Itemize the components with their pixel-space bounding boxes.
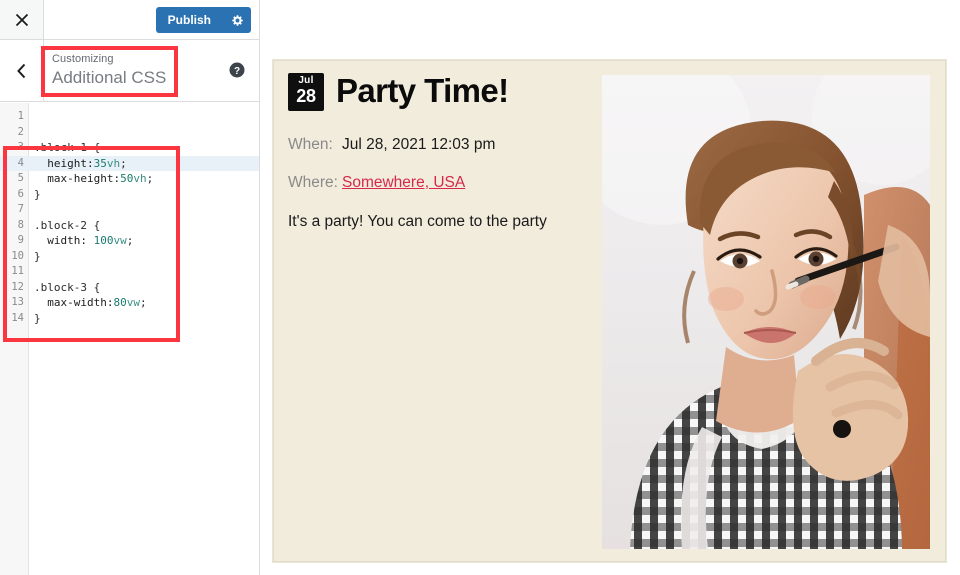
page-title: Additional CSS (52, 68, 167, 87)
line-number: 2 (17, 125, 24, 138)
customizer-header: Customizing Additional CSS ? (0, 40, 259, 102)
publish-group: Publish (155, 7, 251, 33)
event-card: Jul 28 Party Time! When: Jul 28, 2021 12:… (273, 60, 946, 562)
line-number: 14 (11, 311, 24, 324)
code-line[interactable]: 14} (0, 311, 259, 327)
svg-text:?: ? (234, 66, 240, 77)
site-preview-frame[interactable]: Jul 28 Party Time! When: Jul 28, 2021 12:… (260, 0, 960, 575)
code-text: max-height:50vh; (34, 172, 154, 185)
line-number: 8 (17, 218, 24, 231)
line-number: 3 (17, 141, 24, 153)
code-line[interactable]: 3 .block-1 { (0, 140, 259, 156)
code-text: width: 100vw; (34, 234, 134, 247)
code-text: } (34, 249, 41, 263)
code-line[interactable]: 9 width: 100vw; (0, 233, 259, 249)
where-link[interactable]: Somewhere, USA (342, 174, 465, 191)
code-text: } (34, 187, 41, 201)
where-label: Where: (288, 174, 338, 191)
event-photo (602, 75, 930, 549)
code-text: .block-1 { (34, 141, 101, 154)
breadcrumb-parent-label: Customizing (52, 53, 114, 65)
makeup-artist-photo-illustration (602, 75, 930, 549)
customizer-panel: Publish Customizing Additional CSS ? 1 2… (0, 0, 260, 575)
line-number: 11 (11, 265, 24, 277)
help-icon: ? (229, 62, 245, 78)
code-line[interactable]: 1 (0, 109, 259, 125)
code-text: .block-2 { (34, 218, 101, 232)
code-line[interactable]: 7 (0, 202, 259, 218)
gear-icon (232, 14, 243, 26)
event-date-badge: Jul 28 (288, 73, 324, 111)
customizer-topbar: Publish (0, 0, 259, 40)
code-line[interactable]: 5 max-height:50vh; (0, 171, 259, 187)
close-customizer-button[interactable] (0, 0, 44, 39)
code-text: height:35vh; (34, 156, 127, 170)
back-chevron-icon (17, 63, 26, 78)
code-line[interactable]: 13 max-width:80vw; (0, 295, 259, 311)
line-number: 7 (17, 203, 24, 215)
code-text: } (34, 311, 41, 325)
code-line[interactable]: 10} (0, 249, 259, 265)
line-number: 6 (17, 187, 24, 200)
event-where-row: Where: Somewhere, USA (288, 173, 465, 193)
customizer-screen: Publish Customizing Additional CSS ? 1 2… (0, 0, 960, 575)
close-icon (15, 13, 28, 26)
publish-button[interactable]: Publish (155, 7, 223, 33)
css-code-editor[interactable]: 1 2 3 .block-1 {4 height:35vh; 5 max-height:… (0, 103, 259, 575)
when-value: Jul 28, 2021 12:03 pm (342, 136, 496, 153)
line-number: 4 (17, 156, 24, 169)
badge-month-label: Jul (298, 75, 314, 86)
line-number: 13 (11, 296, 24, 308)
line-number: 1 (17, 110, 24, 122)
customizer-breadcrumb: Customizing Additional CSS (52, 52, 166, 89)
line-number: 12 (11, 280, 24, 293)
code-line[interactable]: 6} (0, 187, 259, 203)
publish-settings-button[interactable] (223, 7, 251, 33)
badge-day-label: 28 (296, 86, 316, 106)
help-button[interactable]: ? (229, 62, 245, 78)
code-line[interactable]: 8 .block-2 { (0, 218, 259, 234)
event-description: It's a party! You can come to the party (288, 213, 547, 230)
line-number: 9 (17, 234, 24, 246)
code-text: max-width:80vw; (34, 296, 147, 309)
event-when-row: When: Jul 28, 2021 12:03 pm (288, 135, 495, 155)
code-line[interactable]: 2 (0, 125, 259, 141)
code-text: .block-3 { (34, 280, 101, 294)
line-number: 10 (11, 249, 24, 262)
event-title: Party Time! (336, 72, 509, 109)
customizer-back-button[interactable] (0, 40, 44, 101)
code-line[interactable]: 12 .block-3 { (0, 280, 259, 296)
when-label: When: (288, 136, 333, 153)
code-line[interactable]: 4 height:35vh; (0, 155, 259, 171)
code-lines-container[interactable]: 1 2 3 .block-1 {4 height:35vh; 5 max-height:… (0, 109, 259, 326)
code-line[interactable]: 11 (0, 264, 259, 280)
line-number: 5 (17, 172, 24, 184)
